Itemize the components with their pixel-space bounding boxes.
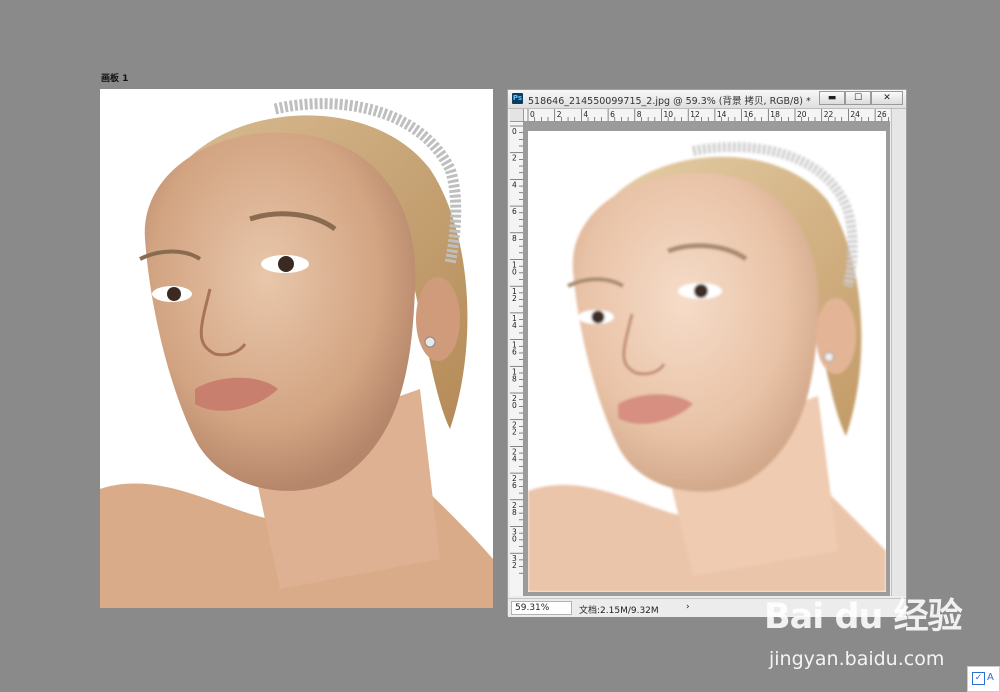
portrait-image-retouched (528, 131, 886, 592)
ruler-tick-label: 26 (877, 110, 887, 119)
ruler-tick-label: 4 (512, 321, 517, 330)
ruler-tick-label: 4 (512, 454, 517, 463)
corner-widget-letter: A (987, 672, 994, 683)
ruler-tick-label: 6 (512, 348, 517, 357)
ruler-tick-label: 0 (512, 401, 517, 410)
ruler-tick-label: 6 (512, 207, 517, 216)
horizontal-ruler[interactable]: 0 2 4 6 8 10 12 14 16 18 20 22 24 26 (524, 109, 890, 122)
ruler-tick-label: 0 (530, 110, 535, 119)
document-title: 518646_214550099715_2.jpg @ 59.3% (背景 拷贝… (528, 96, 811, 107)
ruler-tick-label: 0 (512, 268, 517, 277)
ruler-tick-label: 2 (557, 110, 562, 119)
check-icon[interactable]: ✓ (972, 672, 985, 685)
ruler-tick-label: 0 (512, 535, 517, 544)
ruler-origin[interactable] (510, 109, 524, 122)
ruler-tick-label: 2 (512, 294, 517, 303)
vertical-scrollbar[interactable] (891, 109, 906, 596)
document-size-info: 文档:2.15M/9.32M (579, 606, 659, 616)
ruler-tick-label: 2 (512, 561, 517, 570)
ruler-tick-label: 4 (512, 180, 517, 189)
baidu-jingyan-watermark-logo: Bai du 经验 (764, 597, 963, 637)
zoom-level-field[interactable]: 59.31% (511, 601, 572, 615)
ruler-tick-label: 24 (850, 110, 860, 119)
portrait-image-original (100, 89, 493, 608)
ruler-tick-label: 2 (512, 428, 517, 437)
ruler-tick-label: 14 (717, 110, 727, 119)
artboard-canvas-original[interactable] (100, 89, 493, 608)
ruler-tick-label: 2 (512, 154, 517, 163)
ruler-tick-label: 18 (770, 110, 780, 119)
ruler-tick-label: 8 (637, 110, 642, 119)
ruler-tick-label: 6 (610, 110, 615, 119)
photoshop-icon: Ps (512, 93, 523, 104)
ruler-tick-label: 22 (824, 110, 834, 119)
ruler-tick-label: 8 (512, 508, 517, 517)
ruler-tick-label: 8 (512, 374, 517, 383)
ruler-tick-label: 8 (512, 234, 517, 243)
artboard-label: 画板 1 (101, 74, 129, 84)
baidu-jingyan-watermark-url: jingyan.baidu.com (769, 648, 945, 670)
ruler-tick-label: 20 (797, 110, 807, 119)
vertical-ruler[interactable]: 02468101214161820222426283032 (510, 122, 524, 596)
document-titlebar[interactable]: Ps 518646_214550099715_2.jpg @ 59.3% (背景… (508, 90, 906, 109)
document-window[interactable]: Ps 518646_214550099715_2.jpg @ 59.3% (背景… (507, 89, 907, 617)
ruler-tick-label: 6 (512, 481, 517, 490)
ruler-tick-label: 12 (690, 110, 700, 119)
ruler-tick-label: 0 (512, 127, 517, 136)
vertical-ruler-ticks: 02468101214161820222426283032 (510, 125, 523, 574)
minimize-button[interactable]: ▬ (819, 91, 845, 105)
horizontal-ruler-ticks: 0 2 4 6 8 10 12 14 16 18 20 22 24 26 (527, 109, 889, 121)
ruler-tick-label: 10 (664, 110, 674, 119)
ruler-tick-label: 4 (583, 110, 588, 119)
document-canvas[interactable] (528, 131, 886, 592)
ruler-tick-label: 16 (744, 110, 754, 119)
corner-widget[interactable]: ✓ A (967, 666, 1000, 692)
status-menu-arrow-icon[interactable]: › (686, 602, 690, 612)
close-button[interactable]: ✕ (871, 91, 903, 105)
canvas-pasteboard[interactable] (524, 122, 890, 596)
maximize-button[interactable]: ☐ (845, 91, 871, 105)
